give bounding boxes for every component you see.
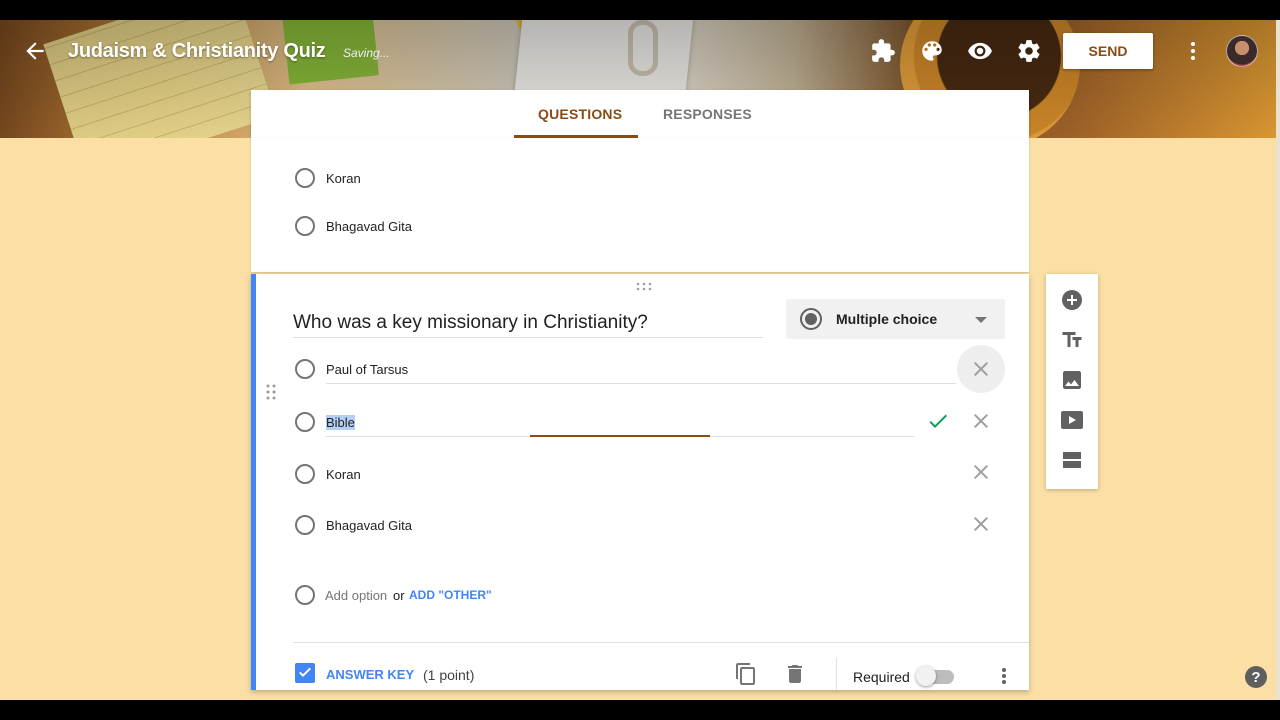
tab-bar: QUESTIONS RESPONSES [251,90,1029,138]
option-text: Bhagavad Gita [326,219,413,234]
app-frame: Judaism & Christianity Quiz Saving... SE… [0,20,1280,700]
required-label: Required [853,669,910,685]
option-input[interactable]: Paul of Tarsus [326,362,408,377]
option-input[interactable]: Bhagavad Gita [326,518,412,533]
tab-responses[interactable]: RESPONSES [663,106,752,122]
top-bar: Judaism & Christianity Quiz Saving... SE… [0,20,1280,84]
more-vert-icon[interactable] [1184,38,1202,64]
video-icon[interactable] [1060,408,1084,432]
radio-button[interactable] [295,216,315,236]
question-title-input[interactable]: Who was a key missionary in Christianity… [293,312,763,338]
tab-questions[interactable]: QUESTIONS [538,106,622,122]
correct-check-icon[interactable] [926,409,950,433]
floating-toolbar [1046,274,1098,489]
answer-key-icon[interactable] [295,663,315,683]
radio-type-icon [800,308,822,330]
preview-eye-icon[interactable] [967,38,993,64]
required-toggle[interactable] [916,666,956,686]
remove-option-icon[interactable] [969,512,993,536]
form-title[interactable]: Judaism & Christianity Quiz [68,40,326,63]
settings-gear-icon[interactable] [1016,38,1042,64]
palette-icon[interactable] [919,38,945,64]
scrollbar-track[interactable] [1276,20,1280,700]
radio-button[interactable] [295,412,315,432]
title-text-icon[interactable] [1060,328,1084,352]
remove-option-icon[interactable] [969,460,993,484]
radio-button[interactable] [295,168,315,188]
add-option-input[interactable]: Add option [325,588,387,603]
selected-text: Bible [326,415,355,430]
back-arrow-icon[interactable] [22,38,48,64]
question-type-dropdown[interactable]: Multiple choice [786,299,1005,339]
help-button[interactable]: ? [1245,666,1267,688]
save-status: Saving... [343,46,390,60]
option-input[interactable]: Koran [326,467,361,482]
more-vert-icon[interactable] [998,666,1010,686]
section-icon[interactable] [1060,448,1084,472]
send-button[interactable]: SEND [1063,33,1153,69]
radio-button[interactable] [295,359,315,379]
radio-button[interactable] [295,515,315,535]
points-label: (1 point) [423,667,475,683]
add-other-link[interactable]: ADD "OTHER" [409,588,492,602]
question-type-label: Multiple choice [836,311,938,327]
radio-button[interactable] [295,464,315,484]
addons-icon[interactable] [870,38,896,64]
add-question-icon[interactable] [1060,288,1084,312]
avatar[interactable] [1226,35,1258,67]
delete-trash-icon[interactable] [783,662,807,686]
option-drag-handle-icon[interactable] [265,382,277,402]
duplicate-icon[interactable] [734,662,758,686]
answer-key-button[interactable]: ANSWER KEY [326,667,414,682]
option-text: Koran [326,171,361,186]
remove-option-icon[interactable] [969,357,993,381]
radio-button [295,585,315,605]
drag-handle-icon[interactable] [636,282,652,295]
dropdown-arrow-icon [975,317,987,323]
question-card[interactable]: Who was a key missionary in Christianity… [251,274,1029,690]
remove-option-icon[interactable] [969,409,993,433]
option-input[interactable]: Bible [326,415,355,430]
image-icon[interactable] [1060,368,1084,392]
previous-question-card: Koran Bhagavad Gita [251,138,1029,272]
or-label: or [393,588,405,603]
focus-underline [530,435,710,437]
